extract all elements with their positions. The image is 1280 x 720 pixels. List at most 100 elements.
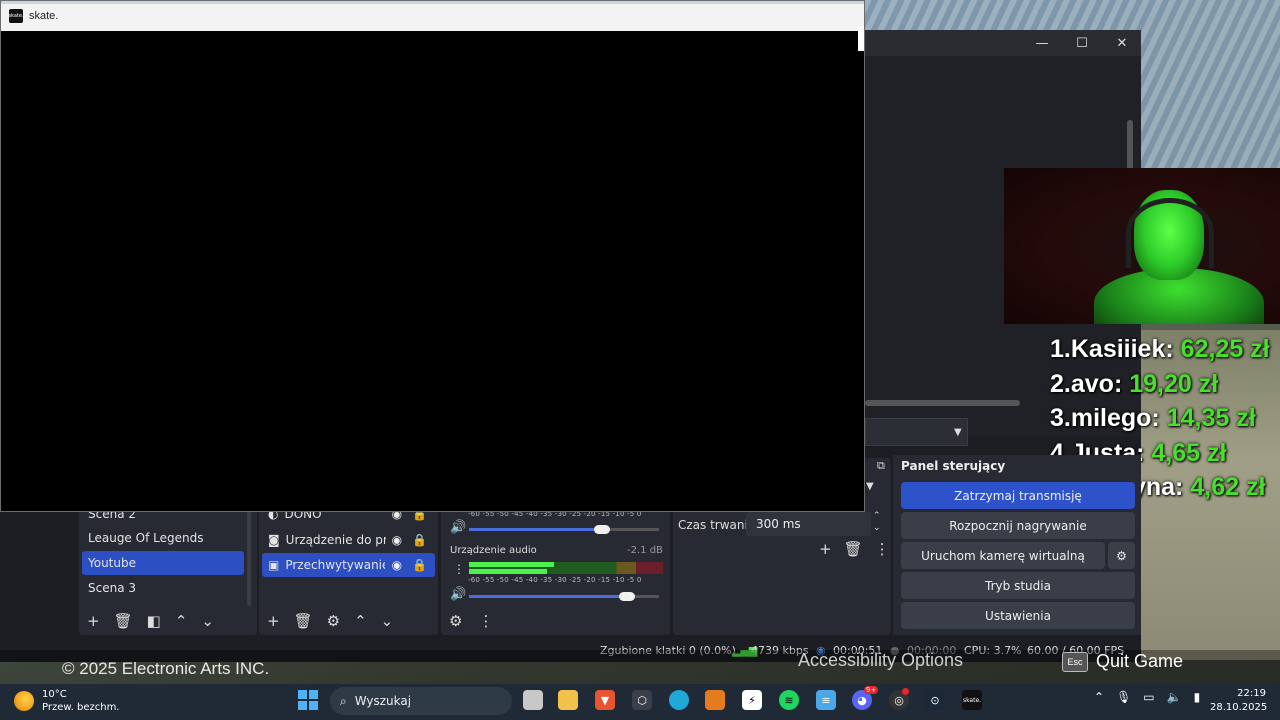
- meter-scale: -60 -55 -50 -45 -40 -35 -30 -25 -20 -15 …: [468, 576, 642, 584]
- source-item[interactable]: ◙Urządzenie do przechwytywania ◉🔒: [262, 528, 435, 552]
- virtual-camera-button[interactable]: Uruchom kamerę wirtualną: [901, 542, 1105, 569]
- meter-fill: [469, 562, 555, 567]
- controls-dock: Panel sterujący Zatrzymaj transmisję Roz…: [893, 455, 1141, 635]
- task-view-icon[interactable]: [523, 690, 543, 710]
- quit-game-button[interactable]: Esc Quit Game: [1062, 651, 1183, 672]
- advanced-audio-icon[interactable]: ⚙: [449, 612, 462, 630]
- fl-studio-icon[interactable]: [705, 690, 725, 710]
- search-icon: ⌕: [340, 693, 347, 708]
- audio-mixer-dock: -60 -55 -50 -45 -40 -35 -30 -25 -20 -15 …: [441, 500, 670, 635]
- controls-title: Panel sterujący: [901, 459, 1006, 473]
- horizontal-scrollbar[interactable]: [865, 400, 1020, 406]
- scrollbar-thumb[interactable]: [858, 26, 864, 51]
- accessibility-options-button[interactable]: Accessibility Options: [798, 650, 963, 671]
- move-down-icon[interactable]: ⌄: [201, 612, 214, 630]
- start-recording-button[interactable]: Rozpocznij nagrywanie: [901, 512, 1135, 539]
- volume-slider[interactable]: [469, 592, 659, 601]
- volume-fill: [469, 595, 627, 598]
- weather-condition: Przew. bezchm.: [42, 702, 120, 713]
- notepad-icon[interactable]: ≡: [816, 690, 836, 710]
- minimize-icon[interactable]: —: [1035, 36, 1049, 51]
- move-up-icon[interactable]: ⌃: [175, 612, 188, 630]
- window-icon: ▣: [268, 558, 280, 572]
- skate-titlebar[interactable]: skate. skate.: [1, 1, 864, 31]
- window-title: skate.: [29, 10, 59, 22]
- settings-button[interactable]: Ustawienia: [901, 602, 1135, 629]
- donation-row: 1.Kasiiiek: 62,25 zł: [1050, 335, 1270, 363]
- taskbar-search[interactable]: ⌕ Wyszukaj: [330, 687, 512, 715]
- chevron-up-icon[interactable]: ⌃: [1094, 690, 1104, 704]
- skate-logo-icon: skate.: [8, 9, 24, 23]
- duration-stepper[interactable]: ⌃ ⌄: [873, 510, 881, 534]
- scenes-dock: Scena 2 Leauge Of Legends Youtube Scena …: [79, 500, 257, 635]
- trash-icon[interactable]: 🗑: [844, 540, 863, 558]
- scene-item[interactable]: Scena 3: [82, 576, 244, 600]
- chevron-down-icon[interactable]: ▼: [866, 481, 874, 492]
- volume-knob[interactable]: [594, 525, 610, 534]
- filter-icon[interactable]: ◧: [147, 612, 161, 630]
- temperature: 10°C: [42, 689, 67, 700]
- move-down-icon[interactable]: ⌄: [381, 612, 394, 630]
- spotify-icon[interactable]: ≋: [779, 690, 799, 710]
- speaker-icon[interactable]: 🔊: [450, 587, 466, 602]
- steam-icon[interactable]: ⊙: [925, 690, 945, 710]
- network-icon[interactable]: ▭: [1143, 690, 1154, 704]
- stop-stream-button[interactable]: Zatrzymaj transmisję: [901, 482, 1135, 509]
- obs-titlebar: — ☐ ✕: [865, 30, 1141, 56]
- copyright-text: © 2025 Electronic Arts INC.: [62, 659, 270, 678]
- chevron-down-icon: ▼: [954, 427, 962, 438]
- more-options-icon[interactable]: ⋮: [453, 562, 465, 576]
- lock-icon[interactable]: 🔒: [412, 533, 427, 547]
- weather-widget[interactable]: 10°C Przew. bezchm.: [14, 688, 120, 714]
- trash-icon[interactable]: 🗑: [114, 612, 133, 630]
- volume-knob[interactable]: [618, 592, 635, 601]
- more-options-icon[interactable]: ⋮: [875, 540, 890, 558]
- donation-row: 2.avo: 19,20 zł: [1050, 369, 1219, 398]
- maximize-icon[interactable]: ☐: [1075, 36, 1089, 51]
- speaker-icon[interactable]: 🔊: [450, 520, 466, 535]
- gear-icon[interactable]: ⚙: [327, 612, 340, 630]
- scene-item[interactable]: Leauge Of Legends: [82, 526, 244, 550]
- titlebar-accent: [1, 1, 864, 4]
- discord-badge: 9+: [864, 686, 879, 694]
- battery-icon[interactable]: ▮: [1194, 690, 1201, 704]
- microphone-icon[interactable]: 🎙: [1116, 690, 1131, 704]
- skate-app-icon[interactable]: skate.: [962, 690, 982, 710]
- studio-mode-button[interactable]: Tryb studia: [901, 572, 1135, 599]
- recording-dot-icon: [902, 688, 909, 695]
- windows-start-icon[interactable]: [298, 690, 318, 710]
- file-explorer-icon[interactable]: [558, 690, 578, 710]
- volume-slider[interactable]: [469, 525, 659, 534]
- weather-moon-icon: [14, 691, 34, 711]
- audio-device-label: Urządzenie audio: [450, 545, 537, 556]
- eye-icon[interactable]: ◉: [392, 533, 402, 547]
- move-up-icon[interactable]: ⌃: [354, 612, 367, 630]
- volume-icon[interactable]: 🔈: [1167, 690, 1182, 704]
- donation-row: 3.milego: 14,35 zł: [1050, 404, 1256, 432]
- app-circle-icon[interactable]: [669, 690, 689, 710]
- audio-db-value: -2.1 dB: [627, 545, 663, 556]
- duration-label: Czas trwania: [678, 518, 756, 532]
- lock-icon[interactable]: 🔒: [412, 558, 427, 572]
- close-icon[interactable]: ✕: [1115, 36, 1129, 51]
- transition-select[interactable]: ▼: [865, 418, 968, 446]
- system-tray: ⌃ 🎙 ▭ 🔈 ▮: [1094, 690, 1200, 704]
- brave-browser-icon[interactable]: ▼: [595, 690, 615, 710]
- eye-icon[interactable]: ◉: [392, 558, 402, 572]
- source-item-selected[interactable]: ▣Przechwytywanie okna ◉🔒: [262, 553, 435, 577]
- scene-item-selected[interactable]: Youtube: [82, 551, 244, 575]
- clock[interactable]: 22:19 28.10.2025: [1210, 687, 1267, 715]
- add-icon[interactable]: +: [87, 612, 100, 630]
- gear-icon[interactable]: ⚙: [1108, 542, 1135, 569]
- more-options-icon[interactable]: ⋮: [478, 612, 493, 630]
- add-icon[interactable]: +: [267, 612, 280, 630]
- undock-icon[interactable]: ⧉: [877, 459, 885, 473]
- duration-field[interactable]: 300 ms: [746, 512, 871, 536]
- scenes-scrollbar[interactable]: [247, 502, 251, 606]
- headset: [1126, 198, 1214, 268]
- skate-window[interactable]: skate. skate.: [0, 0, 865, 512]
- add-icon[interactable]: +: [819, 540, 832, 558]
- app-icon[interactable]: ⬡: [632, 690, 652, 710]
- trash-icon[interactable]: 🗑: [294, 612, 313, 630]
- epic-games-icon[interactable]: ⚡: [742, 690, 762, 710]
